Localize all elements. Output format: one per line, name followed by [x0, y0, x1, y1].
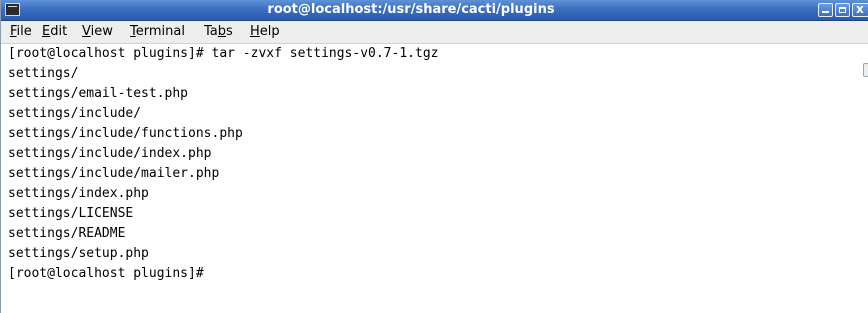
terminal-line: [root@localhost plugins]# tar -zvxf sett…: [8, 46, 439, 61]
terminal-line: settings/email-test.php: [8, 86, 189, 101]
terminal-prompt: [root@localhost plugins]#: [8, 266, 204, 281]
menu-edit[interactable]: Edit: [42, 21, 67, 43]
menu-view[interactable]: View: [82, 21, 113, 43]
terminal-line: settings/LICENSE: [8, 206, 134, 221]
terminal-window: root@localhost:/usr/share/cacti/plugins …: [0, 0, 868, 313]
terminal-line: settings/include/: [8, 106, 142, 121]
menu-help[interactable]: Help: [250, 21, 280, 43]
terminal-line: settings/include/functions.php: [8, 126, 243, 141]
close-button[interactable]: [852, 2, 868, 17]
title-bar[interactable]: root@localhost:/usr/share/cacti/plugins: [1, 0, 868, 21]
terminal-line: settings/setup.php: [8, 246, 149, 261]
minimize-button[interactable]: [818, 3, 833, 17]
maximize-button[interactable]: [835, 3, 850, 17]
menu-bar: File Edit View Terminal Tabs Help: [1, 21, 868, 44]
terminal-line: settings/include/mailer.php: [8, 166, 220, 181]
terminal-line: settings/index.php: [8, 186, 149, 201]
menu-terminal[interactable]: Terminal: [130, 21, 185, 43]
menu-file[interactable]: File: [10, 21, 32, 43]
terminal-line: settings/README: [8, 226, 126, 241]
terminal-line: settings/include/index.php: [8, 146, 212, 161]
terminal-output[interactable]: [root@localhost plugins]# tar -zvxf sett…: [1, 44, 863, 313]
window-title: root@localhost:/usr/share/cacti/plugins: [267, 2, 555, 17]
menu-tabs[interactable]: Tabs: [204, 21, 233, 43]
scrollbar[interactable]: [863, 63, 868, 77]
terminal-line: settings/: [8, 66, 79, 81]
